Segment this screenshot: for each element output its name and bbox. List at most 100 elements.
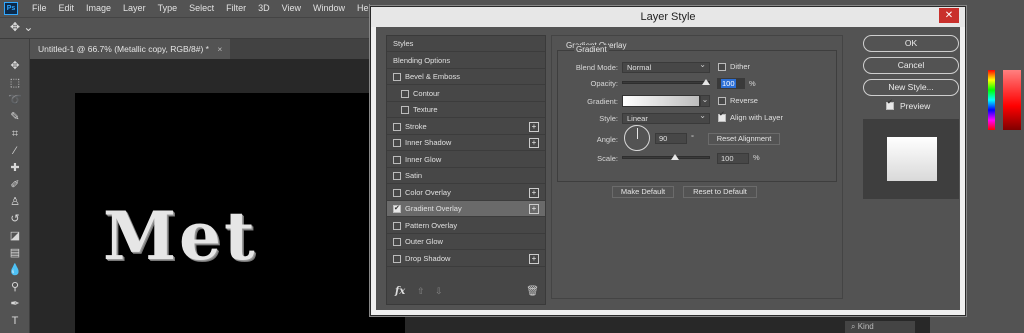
trash-icon[interactable]: 🗑 bbox=[526, 286, 539, 297]
close-tab-icon[interactable]: × bbox=[217, 44, 222, 54]
menu-3d[interactable]: 3D bbox=[252, 0, 276, 17]
dodge-icon[interactable]: ⚲ bbox=[6, 280, 24, 294]
dialog-titlebar[interactable]: Layer Style ✕ bbox=[371, 7, 965, 27]
scale-unit: % bbox=[753, 153, 760, 162]
add-effect-icon[interactable]: + bbox=[529, 187, 539, 198]
style-checkbox[interactable] bbox=[393, 221, 401, 230]
style-checkbox[interactable] bbox=[393, 139, 401, 147]
style-row-label: Styles bbox=[393, 39, 414, 48]
opacity-slider-thumb[interactable] bbox=[702, 79, 710, 85]
lasso-icon[interactable]: ➰ bbox=[6, 93, 24, 107]
gradient-swatch[interactable] bbox=[622, 95, 700, 107]
style-row-inner-glow[interactable]: Inner Glow bbox=[387, 152, 545, 168]
history-brush-icon[interactable]: ↺ bbox=[6, 212, 24, 226]
menu-type[interactable]: Type bbox=[152, 0, 184, 17]
style-row-texture[interactable]: Texture bbox=[387, 102, 545, 118]
style-row-satin[interactable]: Satin bbox=[387, 168, 545, 184]
style-row-label: Stroke bbox=[405, 121, 427, 131]
layers-kind-filter[interactable]: ⌕ Kind bbox=[845, 321, 915, 333]
align-with-layer-checkbox[interactable] bbox=[718, 110, 726, 122]
move-icon[interactable]: ✥ bbox=[6, 59, 24, 73]
move-tool-icon[interactable]: ✥ ⌄ bbox=[10, 20, 40, 36]
gradient-icon[interactable]: ▤ bbox=[6, 246, 24, 260]
style-row-contour[interactable]: Contour bbox=[387, 86, 545, 102]
eyedropper-icon[interactable]: ⁄ bbox=[6, 144, 24, 158]
add-effect-icon[interactable]: + bbox=[529, 253, 539, 264]
close-icon[interactable]: ✕ bbox=[939, 8, 959, 23]
menu-layer[interactable]: Layer bbox=[117, 0, 152, 17]
blur-icon[interactable]: 💧 bbox=[6, 263, 24, 277]
style-checkbox[interactable] bbox=[393, 201, 401, 217]
make-default-button[interactable]: Make Default bbox=[612, 186, 674, 198]
pen-icon[interactable]: ✒ bbox=[6, 297, 24, 311]
eraser-icon[interactable]: ◪ bbox=[6, 229, 24, 243]
style-checkbox[interactable] bbox=[393, 122, 401, 131]
fx-icon[interactable]: fx bbox=[395, 286, 405, 297]
opacity-slider[interactable] bbox=[622, 81, 710, 84]
document-canvas[interactable]: Met bbox=[75, 93, 405, 333]
document-tab[interactable]: Untitled-1 @ 66.7% (Metallic copy, RGB/8… bbox=[30, 39, 230, 59]
menu-file[interactable]: File bbox=[26, 0, 53, 17]
style-select[interactable]: Linear bbox=[622, 111, 710, 124]
healing-brush-icon[interactable]: ✚ bbox=[6, 161, 24, 175]
scale-slider-thumb[interactable] bbox=[671, 154, 679, 160]
style-checkbox[interactable] bbox=[393, 188, 401, 197]
style-row-outer-glow[interactable]: Outer Glow bbox=[387, 234, 545, 250]
menu-select[interactable]: Select bbox=[183, 0, 220, 17]
opacity-input[interactable]: 100 bbox=[717, 78, 745, 89]
move-up-icon[interactable]: ⇧ bbox=[417, 286, 425, 297]
add-effect-icon[interactable]: + bbox=[529, 121, 539, 132]
preview-swatch bbox=[887, 137, 937, 181]
hue-slider[interactable] bbox=[988, 70, 995, 130]
type-icon[interactable]: T bbox=[6, 314, 24, 328]
style-checkbox[interactable] bbox=[393, 155, 401, 164]
angle-label: Angle: bbox=[596, 135, 618, 144]
menu-window[interactable]: Window bbox=[307, 0, 351, 17]
angle-dial[interactable] bbox=[624, 125, 650, 151]
menu-filter[interactable]: Filter bbox=[220, 0, 252, 17]
chevron-down-icon[interactable]: ⌄ bbox=[700, 95, 710, 107]
new-style-button[interactable]: New Style... bbox=[863, 79, 959, 96]
style-row-stroke[interactable]: Stroke + bbox=[387, 119, 545, 135]
dither-checkbox[interactable] bbox=[718, 63, 726, 71]
style-row-inner-shadow[interactable]: Inner Shadow + bbox=[387, 135, 545, 151]
color-swatch[interactable] bbox=[1003, 70, 1021, 130]
tools-panel: ✥ ⬚ ➰ ✎ ⌗ ⁄ ✚ ✐ ♙ ↺ ◪ ▤ 💧 ⚲ ✒ T bbox=[0, 39, 30, 333]
style-row-drop-shadow[interactable]: Drop Shadow + bbox=[387, 251, 545, 267]
opacity-label: Opacity: bbox=[590, 79, 618, 88]
style-row-color-overlay[interactable]: Color Overlay + bbox=[387, 185, 545, 201]
preview-checkbox[interactable] bbox=[886, 98, 894, 110]
scale-slider[interactable] bbox=[622, 156, 710, 159]
style-checkbox[interactable] bbox=[393, 172, 401, 180]
scale-input[interactable]: 100 bbox=[717, 153, 749, 164]
style-checkbox[interactable] bbox=[401, 106, 409, 114]
reset-to-default-button[interactable]: Reset to Default bbox=[683, 186, 757, 198]
style-checkbox[interactable] bbox=[393, 73, 401, 81]
menu-view[interactable]: View bbox=[276, 0, 307, 17]
style-row-gradient-overlay[interactable]: Gradient Overlay + bbox=[387, 201, 545, 217]
marquee-icon[interactable]: ⬚ bbox=[6, 76, 24, 90]
add-effect-icon[interactable]: + bbox=[529, 204, 539, 214]
quick-select-icon[interactable]: ✎ bbox=[6, 110, 24, 124]
style-checkbox[interactable] bbox=[393, 238, 401, 246]
reset-alignment-button[interactable]: Reset Alignment bbox=[708, 133, 780, 145]
ok-button[interactable]: OK bbox=[863, 35, 959, 52]
style-row-styles[interactable]: Styles bbox=[387, 36, 545, 52]
style-row-blending-options[interactable]: Blending Options bbox=[387, 53, 545, 69]
angle-input[interactable]: 90 bbox=[655, 133, 687, 144]
style-checkbox[interactable] bbox=[393, 254, 401, 263]
add-effect-icon[interactable]: + bbox=[529, 138, 539, 148]
preview-box bbox=[863, 119, 959, 199]
clone-stamp-icon[interactable]: ♙ bbox=[6, 195, 24, 209]
style-row-pattern-overlay[interactable]: Pattern Overlay bbox=[387, 218, 545, 234]
style-checkbox[interactable] bbox=[401, 89, 409, 98]
style-row-bevel-emboss[interactable]: Bevel & Emboss bbox=[387, 69, 545, 85]
brush-icon[interactable]: ✐ bbox=[6, 178, 24, 192]
crop-icon[interactable]: ⌗ bbox=[6, 127, 24, 141]
blend-mode-select[interactable]: Normal bbox=[622, 60, 710, 73]
cancel-button[interactable]: Cancel bbox=[863, 57, 959, 74]
menu-edit[interactable]: Edit bbox=[53, 0, 81, 17]
menu-image[interactable]: Image bbox=[80, 0, 117, 17]
move-down-icon[interactable]: ⇩ bbox=[435, 286, 443, 297]
reverse-checkbox[interactable] bbox=[718, 97, 726, 105]
